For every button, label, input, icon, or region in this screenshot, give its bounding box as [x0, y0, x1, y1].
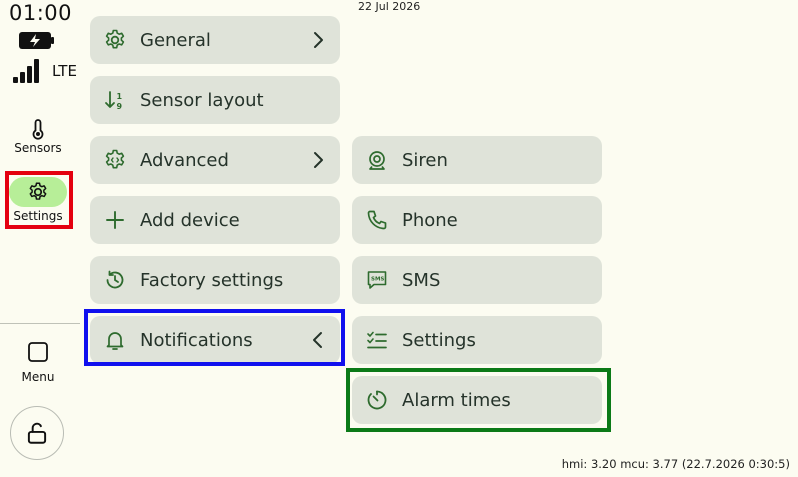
- thermometer-icon: [26, 117, 50, 141]
- menu-item-add-device-label: Add device: [140, 209, 240, 231]
- sms-icon: SMS: [364, 267, 390, 293]
- submenu-item-sms[interactable]: SMS SMS: [352, 256, 602, 304]
- menu-item-add-device[interactable]: Add device: [90, 196, 340, 244]
- menu-item-advanced-label: Advanced: [140, 149, 229, 171]
- chevron-right-icon: [306, 148, 330, 172]
- rail-divider: [0, 323, 80, 324]
- settings-active-pill: [9, 177, 67, 207]
- menu-item-factory-settings-label: Factory settings: [140, 269, 284, 291]
- rail-menu-button[interactable]: Menu: [0, 340, 76, 388]
- svg-text:9: 9: [117, 102, 123, 111]
- unlock-button[interactable]: [10, 406, 64, 460]
- sort-icon: 1 9: [102, 87, 128, 113]
- submenu-item-phone-label: Phone: [402, 209, 458, 231]
- battery-charging-icon: [19, 31, 55, 50]
- phone-icon: [364, 207, 390, 233]
- chevron-left-icon: [306, 328, 330, 352]
- rail-settings-button[interactable]: Settings: [0, 174, 76, 226]
- chevron-right-icon: [306, 28, 330, 52]
- rail-menu-label: Menu: [21, 370, 55, 384]
- date-label: 22 Jul 2026: [358, 0, 421, 13]
- menu-item-notifications[interactable]: Notifications: [90, 316, 340, 364]
- rail-sensors-label: Sensors: [14, 141, 62, 155]
- submenu-item-settings-label: Settings: [402, 329, 476, 351]
- submenu-item-siren-label: Siren: [402, 149, 448, 171]
- square-icon: [26, 340, 50, 364]
- menu-item-sensor-layout-label: Sensor layout: [140, 89, 264, 111]
- signal-bars-icon: [13, 59, 45, 83]
- code-gear-icon: [102, 147, 128, 173]
- restore-icon: [102, 267, 128, 293]
- gear-icon: [102, 27, 128, 53]
- unlock-icon: [24, 420, 50, 446]
- rail-settings-label: Settings: [13, 209, 63, 223]
- rail-sensors-button[interactable]: Sensors: [0, 114, 76, 164]
- bell-icon: [102, 327, 128, 353]
- network-type: LTE: [52, 62, 77, 80]
- svg-text:SMS: SMS: [371, 277, 384, 283]
- submenu-item-alarm-times-label: Alarm times: [402, 389, 511, 411]
- submenu-item-siren[interactable]: Siren: [352, 136, 602, 184]
- svg-text:1: 1: [117, 92, 123, 101]
- submenu-item-alarm-times[interactable]: Alarm times: [352, 376, 602, 424]
- menu-item-sensor-layout[interactable]: 1 9 Sensor layout: [90, 76, 340, 124]
- siren-icon: [364, 147, 390, 173]
- menu-item-general[interactable]: General: [90, 16, 340, 64]
- submenu-item-phone[interactable]: Phone: [352, 196, 602, 244]
- submenu-item-sms-label: SMS: [402, 269, 441, 291]
- menu-item-advanced[interactable]: Advanced: [90, 136, 340, 184]
- submenu-item-settings[interactable]: Settings: [352, 316, 602, 364]
- timer-icon: [364, 387, 390, 413]
- version-info: hmi: 3.20 mcu: 3.77 (22.7.2026 0:30:5): [561, 457, 790, 471]
- clock: 01:00: [9, 1, 73, 25]
- menu-item-notifications-label: Notifications: [140, 329, 253, 351]
- menu-item-general-label: General: [140, 29, 211, 51]
- menu-item-factory-settings[interactable]: Factory settings: [90, 256, 340, 304]
- checklist-icon: [364, 327, 390, 353]
- gear-icon: [27, 181, 49, 203]
- plus-icon: [102, 207, 128, 233]
